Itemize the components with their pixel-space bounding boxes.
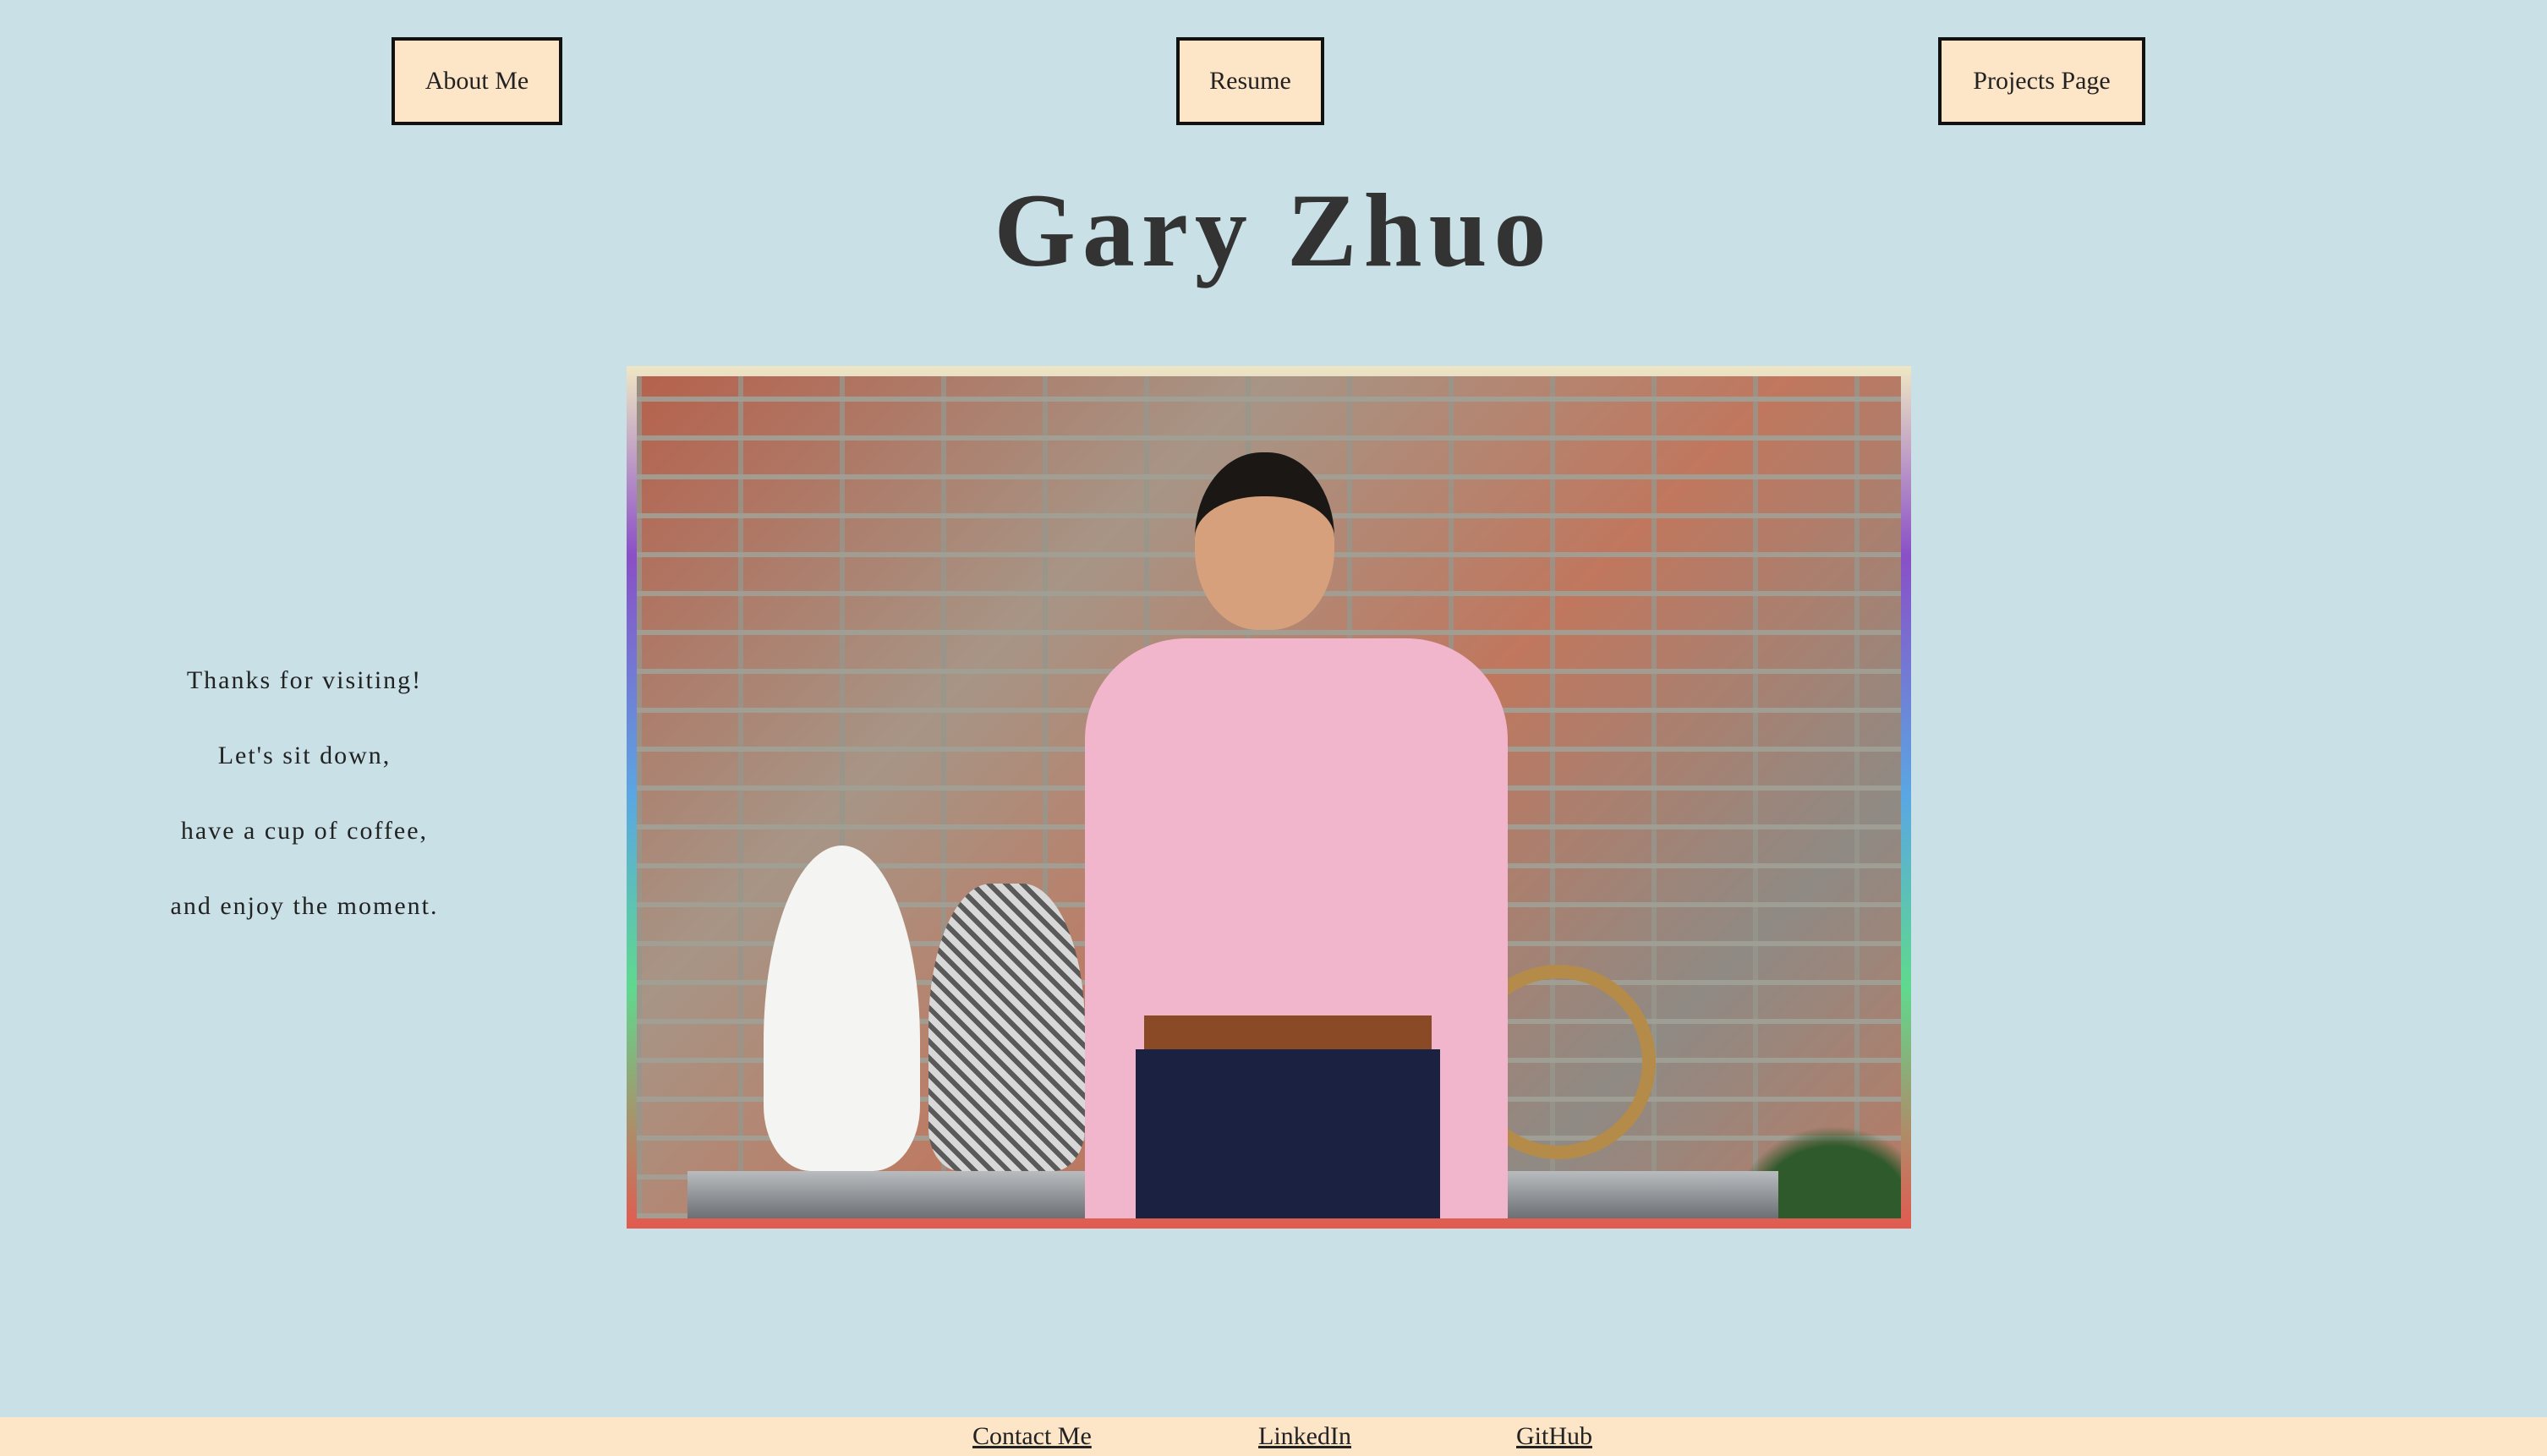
white-vase [764, 846, 920, 1171]
welcome-line: Thanks for visiting! [186, 666, 423, 694]
welcome-line: and enjoy the moment. [170, 892, 439, 920]
welcome-message: Thanks for visiting! Let's sit down, hav… [127, 643, 482, 944]
linkedin-link[interactable]: LinkedIn [1258, 1422, 1351, 1451]
page-title: Gary Zhuo [994, 172, 1553, 288]
github-link[interactable]: GitHub [1516, 1422, 1592, 1451]
welcome-line: Let's sit down, [217, 742, 392, 769]
person-belt [1144, 1015, 1432, 1049]
footer: Contact Me LinkedIn GitHub [0, 1417, 2547, 1456]
shelf [687, 1171, 1136, 1218]
profile-photo-frame [627, 366, 1911, 1229]
person-pants [1136, 1049, 1440, 1218]
profile-photo [637, 376, 1901, 1218]
patterned-vase [928, 884, 1085, 1171]
about-me-button[interactable]: About Me [392, 37, 562, 125]
resume-button[interactable]: Resume [1176, 37, 1324, 125]
projects-page-button[interactable]: Projects Page [1938, 37, 2145, 125]
contact-me-link[interactable]: Contact Me [972, 1422, 1092, 1451]
person-head [1195, 452, 1334, 630]
welcome-line: have a cup of coffee, [180, 817, 429, 845]
